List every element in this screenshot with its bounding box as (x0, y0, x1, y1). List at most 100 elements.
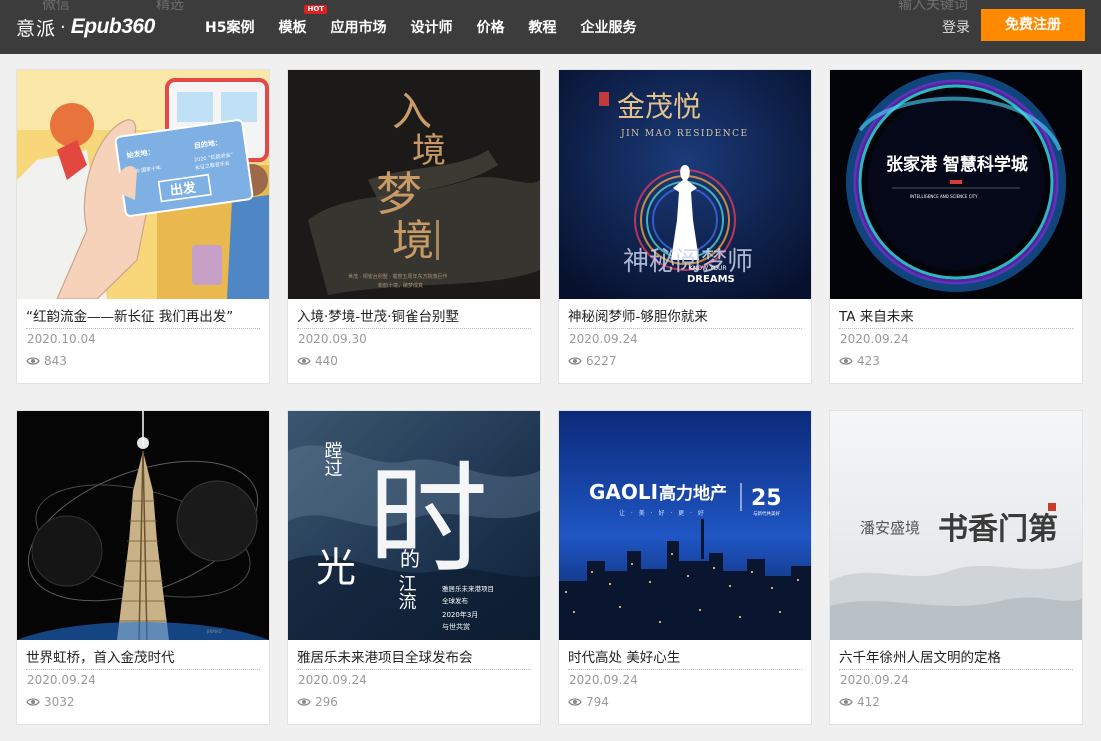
art-brand-en: JIN MAO RESIDENCE (620, 129, 749, 139)
card-title[interactable]: 神秘阅梦师-够胆你就来 (568, 305, 802, 329)
eye-icon (297, 698, 311, 706)
card-title[interactable]: TA 来自未来 (839, 305, 1073, 329)
ghost-search-placeholder: 输入关键词 (898, 0, 968, 13)
art-vertical-text: 光 (316, 545, 356, 591)
case-card[interactable]: GAOLI 高力地产 让 · 美 · 好 · 更 · 好 25 与新代共美好 时… (558, 410, 812, 725)
card-thumbnail[interactable]: GAOLI 高力地产 让 · 美 · 好 · 更 · 好 25 与新代共美好 (559, 411, 811, 640)
card-title[interactable]: “红韵流金——新长征 我们再出发” (26, 305, 260, 329)
eye-icon (297, 357, 311, 365)
card-view-count: 6227 (586, 354, 617, 368)
card-date: 2020.09.24 (27, 673, 96, 687)
card-views: 412 (839, 695, 880, 709)
card-view-count: 794 (586, 695, 609, 709)
card-view-count: 440 (315, 354, 338, 368)
ghost-menu-text: 精选 (156, 0, 184, 13)
case-card[interactable]: 金茂悦 JIN MAO RESIDENCE 神秘阅梦师 KNOW YOUR DR… (558, 69, 812, 384)
card-view-count: 412 (857, 695, 880, 709)
card-thumbnail[interactable]: 张家港 智慧科学城 INTELLIGENCE AND SCIENCE CITY (830, 70, 1082, 299)
card-thumbnail[interactable]: JINMAO (17, 411, 269, 640)
card-artwork: GAOLI 高力地产 让 · 美 · 好 · 更 · 好 25 与新代共美好 (559, 411, 811, 640)
card-date: 2020.09.24 (298, 673, 367, 687)
art-caption: 新韵十境，破梦成真 (378, 282, 423, 289)
logo-text-cn: 意派 (16, 17, 57, 40)
art-title-char: 境 (412, 131, 446, 171)
nav-app-market[interactable]: 应用市场 (330, 17, 386, 37)
top-navigation-bar: 微信 精选 输入关键词 意派 · Epub360 H5案例 模板 HOT 应用市… (0, 0, 1101, 54)
art-vertical-text: 江流 (396, 574, 417, 610)
card-view-count: 843 (44, 354, 67, 368)
art-left-text: 潘安盛境 (860, 519, 920, 537)
card-title[interactable]: 时代高处 美好心生 (568, 646, 802, 670)
art-brand-cn: 高力地产 (659, 483, 727, 504)
art-vertical-text: 的 (400, 547, 420, 571)
case-card[interactable]: 蹚过 时 光 的 江流 雅居乐未来港项目 全球发布 2020年3月 与世共赏 雅… (287, 410, 541, 725)
card-date: 2020.09.24 (569, 673, 638, 687)
card-view-count: 423 (857, 354, 880, 368)
card-artwork: 张家港 智慧科学城 INTELLIGENCE AND SCIENCE CITY (830, 70, 1082, 299)
art-title-char: 入 (392, 89, 432, 135)
card-views: 423 (839, 354, 880, 368)
art-title-char: 梦 (376, 167, 422, 221)
site-logo[interactable]: 意派 · Epub360 (16, 12, 155, 42)
art-slogan-en: KNOW YOUR (689, 265, 727, 272)
art-headline: 张家港 智慧科学城 (886, 154, 1028, 175)
card-date: 2020.09.24 (840, 332, 909, 346)
logo-text-en: Epub360 (70, 15, 156, 38)
case-card[interactable]: 潘安盛境 书香门第 六千年徐州人居文明的定格 2020.09.24 412 (829, 410, 1083, 725)
eye-icon (839, 698, 853, 706)
card-title[interactable]: 世界虹桥，首入金茂时代 (26, 646, 260, 670)
art-title-char: 境 (392, 216, 434, 265)
card-date: 2020.09.24 (840, 673, 909, 687)
card-title[interactable]: 入境·梦境-世茂·铜雀台别墅 (297, 305, 531, 329)
art-slogan: 神秘阅梦师 (623, 247, 753, 277)
hot-badge: HOT (304, 5, 328, 14)
card-view-count: 296 (315, 695, 338, 709)
card-views: 440 (297, 354, 338, 368)
art-info: 2020年3月 (442, 610, 478, 619)
card-date: 2020.09.24 (569, 332, 638, 346)
main-nav: H5案例 模板 HOT 应用市场 设计师 价格 教程 企业服务 (205, 0, 660, 54)
case-card[interactable]: JINMAO 世界虹桥，首入金茂时代 2020.09.24 3032 (16, 410, 270, 725)
login-link[interactable]: 登录 (942, 17, 970, 37)
card-artwork: 潘安盛境 书香门第 (830, 411, 1082, 640)
card-thumbnail[interactable]: 始发地： 目的地： 2010 国家十年 2020 “红韵流金” 长征之歌音乐会 … (17, 70, 269, 299)
card-thumbnail[interactable]: 潘安盛境 书香门第 (830, 411, 1082, 640)
art-slogan-en: DREAMS (687, 274, 735, 285)
eye-icon (839, 357, 853, 365)
nav-enterprise[interactable]: 企业服务 (580, 17, 636, 37)
case-card[interactable]: 张家港 智慧科学城 INTELLIGENCE AND SCIENCE CITY … (829, 69, 1083, 384)
art-big-char: 时 (368, 451, 488, 590)
card-thumbnail[interactable]: 金茂悦 JIN MAO RESIDENCE 神秘阅梦师 KNOW YOUR DR… (559, 70, 811, 299)
art-tagline: 让 · 美 · 好 · 更 · 好 (619, 509, 706, 517)
art-calligraphy: 书香门第 (938, 512, 1058, 547)
logo-dot: · (60, 16, 66, 38)
card-views: 6227 (568, 354, 617, 368)
card-views: 3032 (26, 695, 75, 709)
nav-tutorials[interactable]: 教程 (528, 17, 556, 37)
nav-templates[interactable]: 模板 HOT (278, 5, 328, 37)
case-card[interactable]: 入 境 梦 境 世茂 · 铜雀台别墅 · 载誉五周年东方院落巨作 新韵十境，破梦… (287, 69, 541, 384)
card-title[interactable]: 六千年徐州人居文明的定格 (839, 646, 1073, 670)
eye-icon (26, 357, 40, 365)
card-date: 2020.10.04 (27, 332, 96, 346)
card-artwork: 金茂悦 JIN MAO RESIDENCE 神秘阅梦师 KNOW YOUR DR… (559, 70, 811, 299)
nav-h5-cases[interactable]: H5案例 (205, 17, 254, 37)
register-button[interactable]: 免费注册 (981, 9, 1085, 41)
case-card[interactable]: 始发地： 目的地： 2010 国家十年 2020 “红韵流金” 长征之歌音乐会 … (16, 69, 270, 384)
card-title[interactable]: 雅居乐未来港项目全球发布会 (297, 646, 531, 670)
nav-pricing[interactable]: 价格 (476, 17, 504, 37)
card-thumbnail[interactable]: 蹚过 时 光 的 江流 雅居乐未来港项目 全球发布 2020年3月 与世共赏 (288, 411, 540, 640)
card-artwork: 始发地： 目的地： 2010 国家十年 2020 “红韵流金” 长征之歌音乐会 … (17, 70, 269, 299)
eye-icon (26, 698, 40, 706)
nav-designers[interactable]: 设计师 (410, 17, 452, 37)
eye-icon (568, 357, 582, 365)
art-info: 与世共赏 (442, 622, 470, 631)
art-number-sub: 与新代共美好 (753, 510, 780, 517)
nav-templates-label: 模板 (278, 20, 307, 36)
card-date: 2020.09.30 (298, 332, 367, 346)
art-number: 25 (751, 486, 782, 511)
art-caption: 世茂 · 铜雀台别墅 · 载誉五周年东方院落巨作 (348, 273, 448, 280)
art-vertical-text: 蹚过 (322, 441, 343, 477)
card-thumbnail[interactable]: 入 境 梦 境 世茂 · 铜雀台别墅 · 载誉五周年东方院落巨作 新韵十境，破梦… (288, 70, 540, 299)
art-info: 雅居乐未来港项目 (442, 584, 494, 593)
